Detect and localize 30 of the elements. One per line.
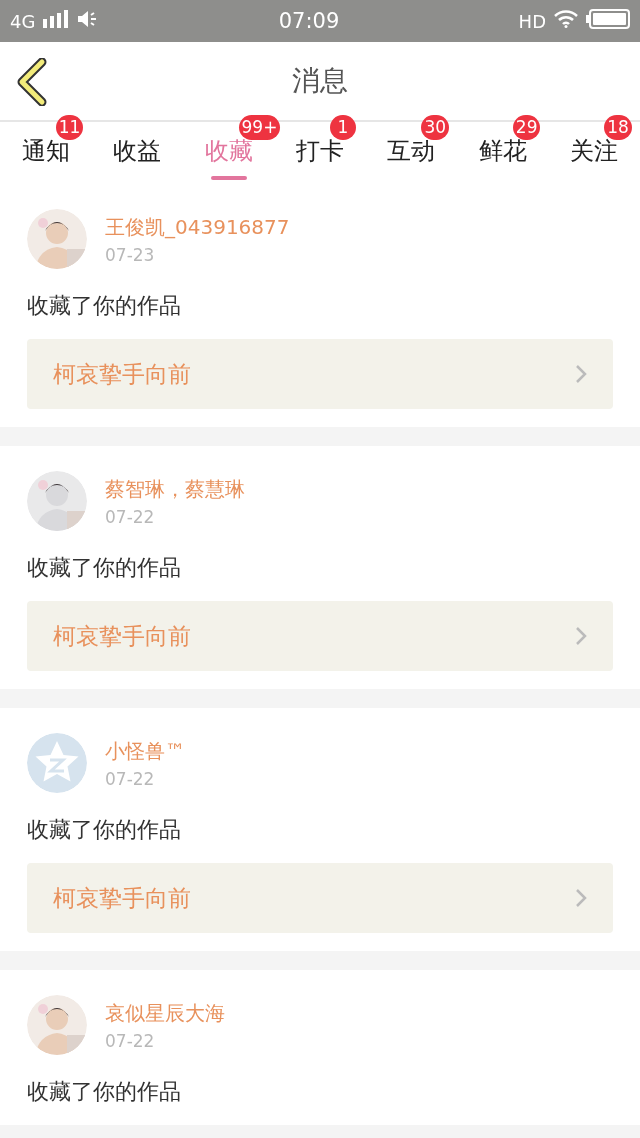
user-name[interactable]: 小怪兽™: [105, 737, 185, 765]
count-badge: 29: [512, 115, 541, 140]
message-text: 收藏了你的作品: [27, 292, 182, 320]
message-text: 收藏了你的作品: [27, 1078, 182, 1106]
user-name[interactable]: 王俊凯_043916877: [105, 213, 290, 241]
clock: 07:09: [278, 9, 340, 33]
page-title: 消息: [292, 63, 348, 99]
chevron-icon: [575, 888, 587, 908]
user-name[interactable]: 蔡智琳，蔡慧琳: [105, 475, 245, 503]
message-date: 07-22: [105, 506, 156, 527]
work-link[interactable]: 柯哀挚手向前: [27, 339, 613, 409]
hd-label: HD: [518, 10, 546, 32]
count-badge: 99+: [238, 115, 281, 140]
tab[interactable]: 收益: [109, 122, 166, 184]
message-date: 07-22: [105, 768, 156, 789]
count-badge: 18: [604, 115, 632, 140]
count-badge: 11: [55, 115, 84, 140]
chevron-icon: [575, 364, 587, 384]
chevron-icon: [575, 626, 587, 646]
work-link[interactable]: 柯哀挚手向前: [27, 601, 613, 671]
message-text: 收藏了你的作品: [27, 816, 182, 844]
user-name[interactable]: 哀似星辰大海: [105, 999, 225, 1027]
message-date: 07-22: [105, 1030, 156, 1051]
count-badge: 30: [421, 115, 450, 140]
message-date: 07-23: [105, 244, 156, 265]
default-avatar-icon: [27, 733, 87, 793]
network-label: 4G: [10, 10, 36, 32]
message-text: 收藏了你的作品: [27, 554, 182, 582]
count-badge: 1: [329, 115, 356, 140]
work-link[interactable]: 柯哀挚手向前: [27, 863, 613, 933]
